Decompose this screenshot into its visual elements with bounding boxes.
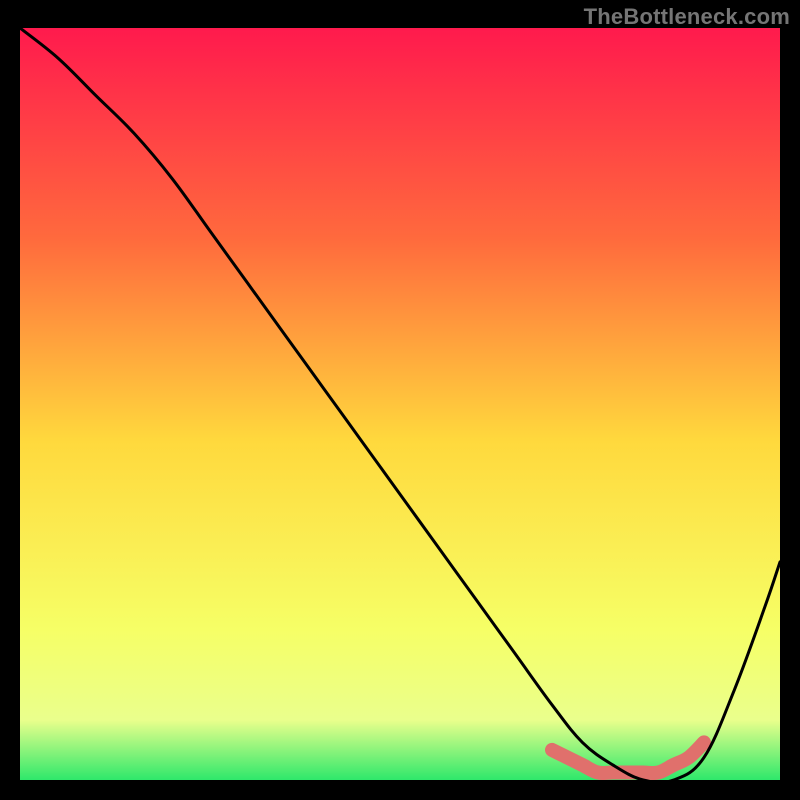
chart-svg xyxy=(20,28,780,780)
gradient-fill xyxy=(20,28,780,780)
plot-area xyxy=(20,28,780,780)
chart-frame: TheBottleneck.com xyxy=(0,0,800,800)
watermark-text: TheBottleneck.com xyxy=(584,4,790,30)
